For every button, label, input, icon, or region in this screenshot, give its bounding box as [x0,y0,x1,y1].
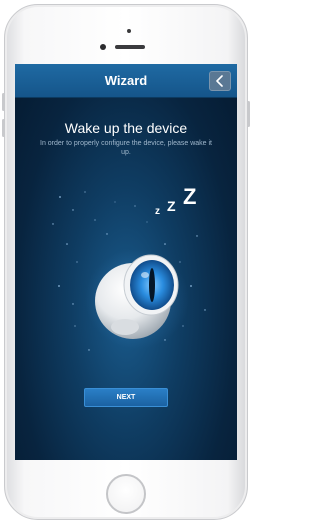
wizard-heading: Wake up the device [64,120,188,136]
sleep-z-medium: Z [167,198,176,214]
navbar: Wizard [15,64,237,98]
front-camera [100,44,106,50]
volume-button [2,119,5,137]
volume-button [2,93,5,111]
power-button [247,101,250,127]
app-screen: Wizard Wake up the device In order to pr… [15,64,237,460]
sensor-dot [127,29,131,33]
chevron-left-icon [216,75,223,87]
motion-sensor-eye-icon [85,249,189,349]
sleep-z-large: Z [183,184,197,209]
zzz-icon: z Z Z [155,184,215,224]
earpiece-speaker [115,45,145,49]
next-button[interactable]: NEXT [84,388,168,407]
wizard-instruction: In order to properly configure the devic… [40,140,212,156]
sleep-z-small: z [155,206,160,217]
back-button[interactable] [209,71,231,91]
page-title: Wizard [104,73,148,88]
home-button[interactable] [106,474,146,514]
